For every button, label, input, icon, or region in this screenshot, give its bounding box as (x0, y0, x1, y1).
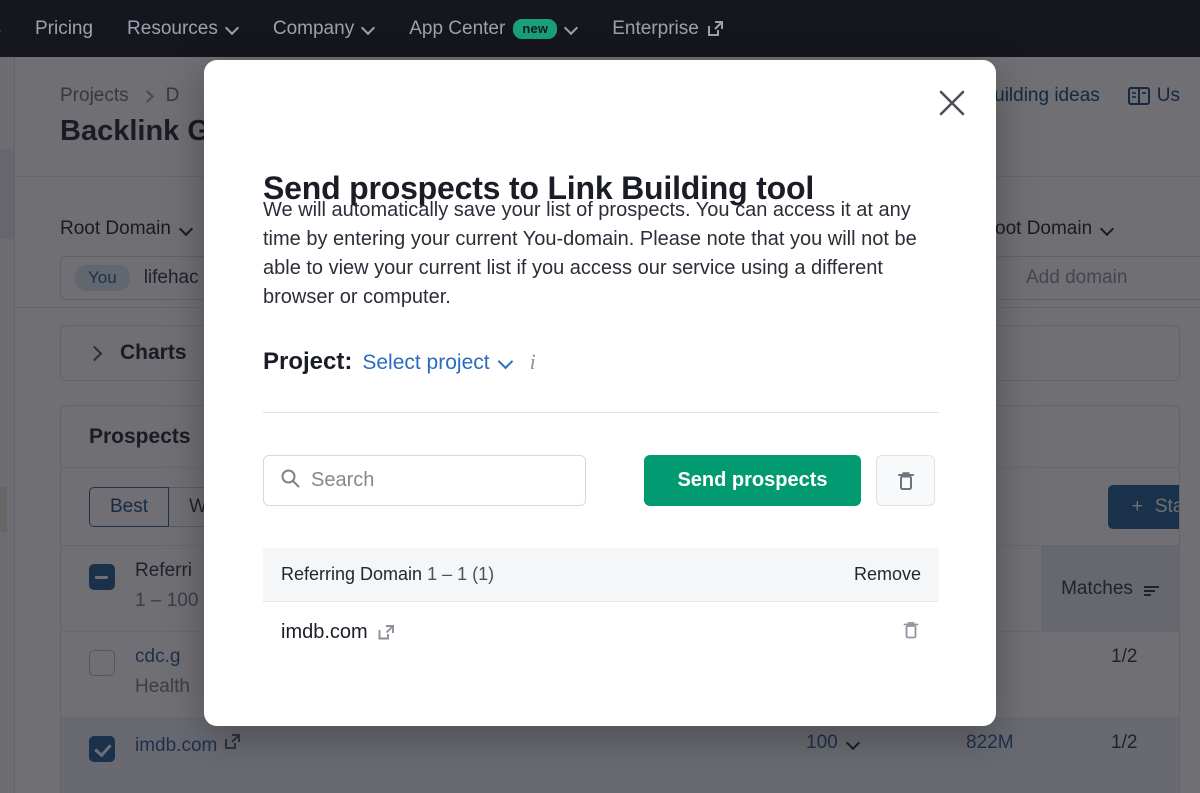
chevron-down-icon (565, 22, 578, 35)
nav-item-enterprise[interactable]: Enterprise (612, 19, 724, 38)
nav-label: Pricing (34, 18, 94, 39)
chevron-down-icon (499, 356, 513, 370)
modal-description: We will automatically save your list of … (263, 199, 917, 308)
close-button[interactable] (933, 84, 971, 122)
project-select-dropdown[interactable]: Select project (362, 351, 512, 375)
project-select-value: Select project (362, 351, 490, 374)
new-badge: new (513, 18, 558, 39)
list-header-left: Referring Domain 1 – 1 (1) (281, 564, 494, 585)
list-header-count: 1 – 1 (1) (427, 564, 495, 584)
nav-label: Resources (127, 18, 218, 39)
chevron-down-icon (226, 22, 239, 35)
info-icon[interactable]: i (530, 349, 536, 375)
external-link-icon (707, 20, 724, 37)
nav-label: ures (0, 19, 1, 38)
trash-icon (903, 621, 919, 638)
nav-label: App Center (409, 18, 506, 39)
list-item: imdb.com (263, 602, 939, 662)
send-prospects-button[interactable]: Send prospects (644, 455, 861, 506)
modal-divider (263, 412, 939, 413)
search-placeholder: Search (311, 469, 375, 491)
search-icon (280, 468, 300, 493)
close-icon (939, 90, 965, 116)
external-link-icon[interactable] (377, 623, 396, 642)
search-input[interactable]: Search (263, 455, 586, 506)
nav-item-app-center[interactable]: App Center new (409, 18, 578, 39)
list-header-title: Referring Domain (281, 564, 423, 584)
remove-all-link[interactable]: Remove (854, 564, 921, 585)
screen-root: Projects D Backlink G uilding ideas Us (0, 0, 1200, 793)
trash-icon (897, 471, 914, 490)
project-selector-row: Project: Select project i (263, 348, 536, 376)
top-navigation-bar: ures Pricing Resources Company App Cente… (0, 0, 1200, 57)
nav-item-features[interactable]: ures (0, 19, 1, 38)
nav-label: Company (272, 18, 355, 39)
nav-item-pricing[interactable]: Pricing (35, 19, 93, 38)
nav-item-company[interactable]: Company (273, 19, 375, 38)
list-item-delete-button[interactable] (901, 619, 921, 646)
project-label: Project: (263, 348, 353, 375)
chevron-down-icon (362, 22, 375, 35)
list-header: Referring Domain 1 – 1 (1) Remove (263, 548, 939, 602)
nav-item-resources[interactable]: Resources (127, 19, 239, 38)
list-item-domain-text: imdb.com (281, 620, 368, 643)
send-prospects-modal: Send prospects to Link Building tool We … (204, 60, 996, 726)
list-item-domain[interactable]: imdb.com (281, 621, 396, 644)
nav-label: Enterprise (612, 18, 699, 39)
clear-all-button[interactable] (876, 455, 935, 506)
